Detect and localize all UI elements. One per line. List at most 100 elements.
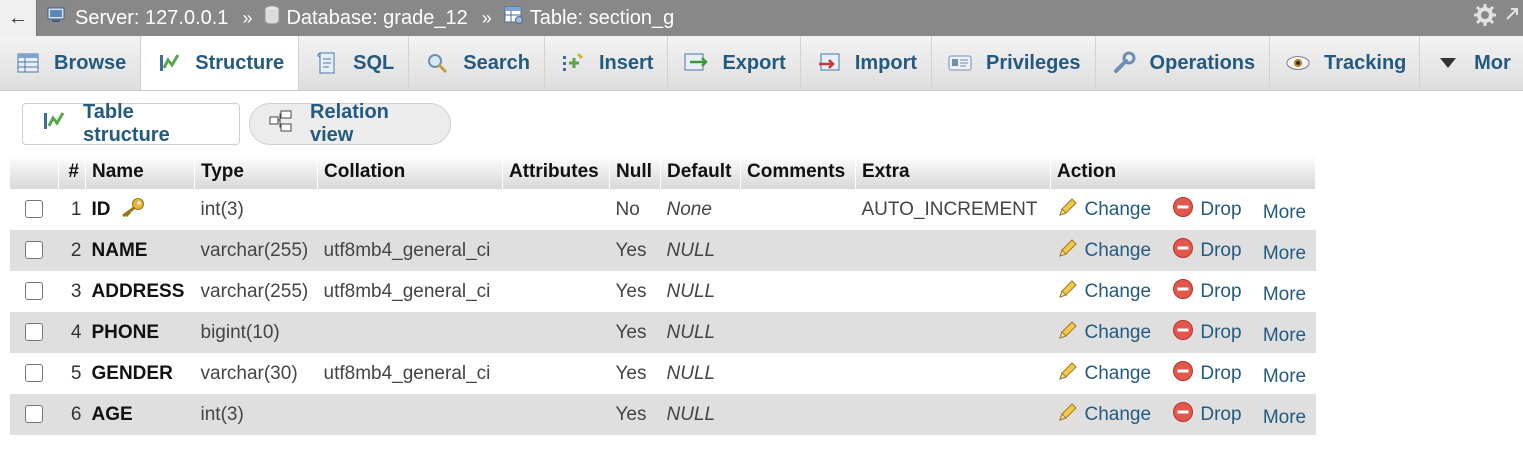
table-structure-button[interactable]: Table structure [22,101,240,146]
row-checkbox[interactable] [25,405,44,424]
column-header-extra[interactable]: Extra [855,155,1051,189]
settings-gear-icon[interactable] [1473,3,1497,33]
tab-insert[interactable]: Insert [545,36,669,90]
change-action[interactable]: Change [1057,278,1152,306]
table-icon [504,5,524,31]
change-action[interactable]: Change [1057,319,1151,347]
delete-icon [1172,237,1194,265]
breadcrumb-database[interactable]: Database: grade_12 [264,5,468,31]
primary-key-icon [119,197,145,223]
column-header-collation[interactable]: Collation [317,155,503,189]
more-action[interactable]: More [1263,243,1306,265]
row-checkbox[interactable] [25,200,44,219]
privileges-icon [948,51,972,75]
pencil-icon [1057,278,1079,306]
tab-search[interactable]: Search [409,36,545,90]
more-label: More [1262,242,1307,264]
chevron-down-icon [1436,51,1460,75]
back-button[interactable]: ← [0,0,37,36]
tab-tracking[interactable]: Tracking [1270,36,1421,90]
column-header-name[interactable]: Name [85,155,195,189]
change-action[interactable]: Change [1057,360,1151,388]
row-actions: Change Drop More [1050,271,1316,312]
tab-sql[interactable]: SQL [299,36,410,90]
more-action[interactable]: More [1263,407,1306,429]
change-action[interactable]: Change [1057,401,1151,429]
tab-browse[interactable]: Browse [0,36,142,90]
tab-more[interactable]: Mor [1420,36,1523,90]
row-checkbox-cell [10,189,59,230]
breadcrumb-separator: » [481,7,492,28]
column-default: None [660,189,741,230]
delete-icon [1172,278,1194,306]
pencil-icon [1057,360,1079,388]
more-action[interactable]: More [1263,366,1306,388]
drop-action[interactable]: Drop [1172,360,1242,388]
pencil-icon [1057,401,1079,429]
more-action[interactable]: More [1263,284,1306,306]
row-checkbox-cell [10,353,59,394]
row-checkbox-cell [10,312,59,353]
tab-import[interactable]: Import [800,36,933,90]
column-header-type[interactable]: Type [194,155,318,189]
row-number: 6 [58,394,86,435]
drop-action[interactable]: Drop [1172,319,1242,347]
column-null: Yes [609,353,661,394]
row-checkbox-cell [10,394,59,435]
sql-icon [315,51,339,75]
drop-action[interactable]: Drop [1172,401,1242,429]
structure-subnav: Table structure Relation view [0,91,1523,163]
tab-export[interactable]: Export [668,36,801,90]
operations-wrench-icon [1112,51,1136,75]
row-checkbox-cell [10,271,59,312]
tab-sql-label: SQL [353,51,395,74]
column-name-label: NAME [91,239,148,261]
column-header-null[interactable]: Null [609,155,661,189]
breadcrumb-server-label: Server: 127.0.0.1 [75,6,229,29]
more-label: More [1262,365,1307,387]
change-action[interactable]: Change [1057,196,1151,224]
row-actions: Change Drop More [1050,189,1316,230]
drop-label: Drop [1200,362,1242,384]
column-name: ADDRESS [85,271,195,312]
drop-action[interactable]: Drop [1172,237,1242,265]
breadcrumb-table[interactable]: Table: section_g [504,5,674,31]
column-extra [855,271,1051,312]
column-header-attributes[interactable]: Attributes [502,155,610,189]
tab-operations[interactable]: Operations [1095,36,1271,90]
change-action[interactable]: Change [1057,237,1151,265]
column-collation: utf8mb4_general_ci [317,271,503,312]
column-header-comments[interactable]: Comments [740,155,856,189]
tab-privileges[interactable]: Privileges [932,36,1096,90]
more-action[interactable]: More [1263,202,1306,224]
tab-insert-label: Insert [599,51,654,74]
tab-tracking-label: Tracking [1324,51,1407,74]
drop-action[interactable]: Drop [1172,196,1242,224]
pencil-icon [1057,237,1079,265]
column-comments [740,189,856,230]
column-header-default[interactable]: Default [660,155,741,189]
column-collation [317,189,503,230]
row-checkbox[interactable] [25,282,44,301]
tab-structure[interactable]: Structure [141,36,300,90]
column-collation [317,394,503,435]
column-default: NULL [660,353,741,394]
column-attributes [502,353,610,394]
column-type: varchar(30) [194,353,318,394]
tab-export-label: Export [722,51,786,74]
row-checkbox[interactable] [25,323,44,342]
structure-icon [157,51,181,75]
relation-view-button[interactable]: Relation view [249,101,451,146]
row-checkbox[interactable] [25,364,44,383]
column-name: ID [85,189,195,230]
column-comments [740,312,856,353]
drop-action[interactable]: Drop [1172,278,1242,306]
row-checkbox[interactable] [25,241,44,260]
breadcrumb-server[interactable]: Server: 127.0.0.1 [47,6,228,30]
more-action[interactable]: More [1263,325,1306,347]
table-row: 5 GENDER varchar(30) utf8mb4_general_ci … [10,353,1316,394]
expand-arrow-icon[interactable] [1505,3,1519,33]
column-name: AGE [85,394,195,435]
change-label: Change [1084,280,1152,302]
column-extra [855,353,1051,394]
